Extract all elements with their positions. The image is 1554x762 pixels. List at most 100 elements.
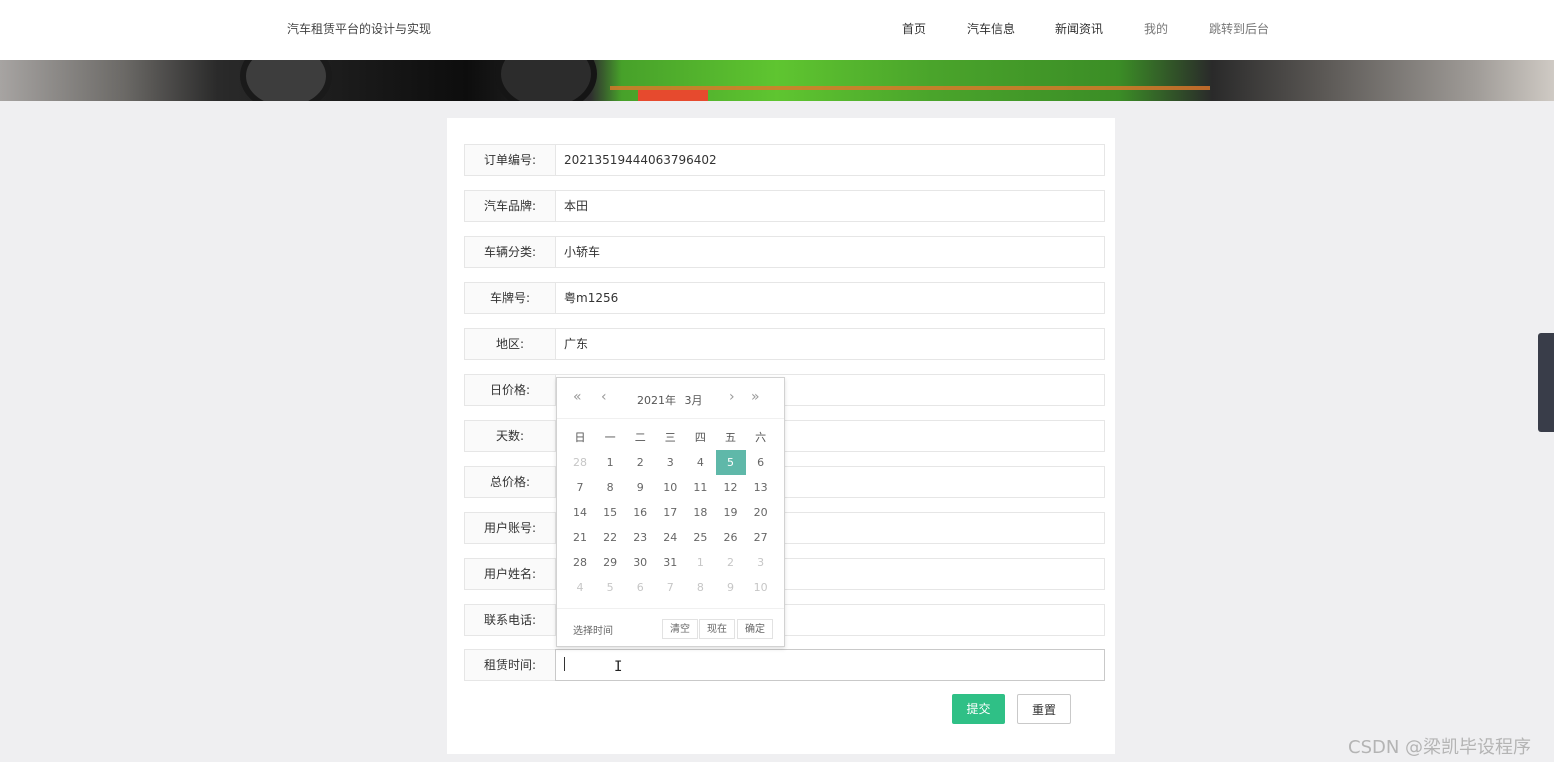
calendar-day[interactable]: 4 <box>565 575 595 600</box>
order-number-input[interactable]: 20213519444063796402 <box>555 144 1105 176</box>
calendar-day[interactable]: 5 <box>715 450 746 475</box>
calendar-day[interactable]: 18 <box>685 500 715 525</box>
calendar-day[interactable]: 5 <box>595 575 625 600</box>
calendar-day[interactable]: 17 <box>655 500 685 525</box>
calendar-day[interactable]: 8 <box>685 575 715 600</box>
clear-button[interactable]: 清空 <box>662 619 698 639</box>
calendar-day[interactable]: 4 <box>685 450 715 475</box>
month-select[interactable]: 3月 <box>685 394 703 407</box>
ibeam-cursor-icon: I <box>614 659 623 675</box>
form-row-car-brand: 汽车品牌: 本田 <box>464 190 1105 222</box>
date-picker-title: 2021年 3月 <box>637 392 708 408</box>
calendar-day[interactable]: 9 <box>716 575 746 600</box>
calendar-day[interactable]: 1 <box>685 550 715 575</box>
car-brand-input[interactable]: 本田 <box>555 190 1105 222</box>
field-label: 汽车品牌: <box>464 190 556 222</box>
weekday-header: 三 <box>664 431 676 444</box>
calendar-day[interactable]: 19 <box>716 500 746 525</box>
top-navigation-bar: 汽车租赁平台的设计与实现 首页 汽车信息 新闻资讯 我的 跳转到后台 <box>0 0 1554 60</box>
calendar-day[interactable]: 6 <box>746 450 776 475</box>
calendar-day[interactable]: 20 <box>746 500 776 525</box>
now-button[interactable]: 现在 <box>699 619 735 639</box>
banner-wheel <box>495 60 597 101</box>
calendar-day[interactable]: 11 <box>685 475 715 500</box>
calendar-day[interactable]: 29 <box>595 550 625 575</box>
date-picker-popup: « ‹ 2021年 3月 › » 日一二三四五六 28 1 2 3 4 5 6 7 8 9 10 11 1… <box>556 377 785 647</box>
next-month-icon[interactable]: › <box>729 389 735 405</box>
date-picker-header: « ‹ 2021年 3月 › » <box>557 378 784 419</box>
nav-home[interactable]: 首页 <box>902 20 926 37</box>
weekday-header: 二 <box>634 431 646 444</box>
rental-time-input[interactable] <box>555 649 1105 681</box>
calendar-day[interactable]: 3 <box>746 550 776 575</box>
prev-year-icon[interactable]: « <box>573 389 582 405</box>
plate-number-input[interactable]: 粤m1256 <box>555 282 1105 314</box>
calendar-day[interactable]: 10 <box>655 475 685 500</box>
calendar-day[interactable]: 25 <box>685 525 715 550</box>
side-toolbar-handle[interactable] <box>1538 333 1554 432</box>
calendar-day[interactable]: 3 <box>655 450 685 475</box>
banner-wheel <box>240 60 332 101</box>
field-label: 地区: <box>464 328 556 360</box>
reset-button[interactable]: 重置 <box>1017 694 1071 724</box>
form-row-plate-number: 车牌号: 粤m1256 <box>464 282 1105 314</box>
nav-news[interactable]: 新闻资讯 <box>1055 20 1103 37</box>
calendar-day[interactable]: 26 <box>716 525 746 550</box>
field-label: 用户姓名: <box>464 558 556 590</box>
field-label: 联系电话: <box>464 604 556 636</box>
calendar-day[interactable]: 2 <box>716 550 746 575</box>
region-input[interactable]: 广东 <box>555 328 1105 360</box>
calendar-day[interactable]: 1 <box>595 450 625 475</box>
calendar-day[interactable]: 30 <box>625 550 655 575</box>
calendar-day[interactable]: 2 <box>625 450 655 475</box>
field-label: 订单编号: <box>464 144 556 176</box>
select-time-link[interactable]: 选择时间 <box>573 622 613 637</box>
banner-plate <box>638 90 708 101</box>
nav-car-info[interactable]: 汽车信息 <box>967 20 1015 37</box>
weekday-header: 五 <box>725 431 736 444</box>
calendar-day[interactable]: 27 <box>746 525 776 550</box>
calendar-day[interactable]: 7 <box>655 575 685 600</box>
calendar-day[interactable]: 14 <box>565 500 595 525</box>
calendar-day[interactable]: 10 <box>746 575 776 600</box>
form-row-region: 地区: 广东 <box>464 328 1105 360</box>
weekday-header: 一 <box>604 431 616 444</box>
car-category-input[interactable]: 小轿车 <box>555 236 1105 268</box>
text-caret <box>564 657 565 671</box>
weekday-header: 六 <box>755 431 767 444</box>
calendar-day[interactable]: 15 <box>595 500 625 525</box>
calendar-day[interactable]: 6 <box>625 575 655 600</box>
calendar-day[interactable]: 16 <box>625 500 655 525</box>
calendar-day[interactable]: 24 <box>655 525 685 550</box>
weekday-header: 四 <box>694 431 706 444</box>
calendar-day[interactable]: 23 <box>625 525 655 550</box>
field-label: 日价格: <box>464 374 556 406</box>
prev-month-icon[interactable]: ‹ <box>601 389 607 405</box>
next-year-icon[interactable]: » <box>751 389 760 405</box>
banner-car-image <box>0 60 1554 101</box>
calendar-day[interactable]: 22 <box>595 525 625 550</box>
calendar-day[interactable]: 12 <box>716 475 746 500</box>
field-label: 用户账号: <box>464 512 556 544</box>
confirm-button[interactable]: 确定 <box>737 619 773 639</box>
calendar-day[interactable]: 28 <box>565 550 595 575</box>
calendar-day[interactable]: 13 <box>746 475 776 500</box>
calendar-day[interactable]: 9 <box>625 475 655 500</box>
weekday-header: 日 <box>574 431 586 444</box>
nav-admin[interactable]: 跳转到后台 <box>1209 20 1269 37</box>
calendar-day[interactable]: 7 <box>565 475 595 500</box>
main-nav: 首页 汽车信息 新闻资讯 我的 跳转到后台 <box>0 20 1554 40</box>
year-select[interactable]: 2021年 <box>637 394 676 407</box>
field-label: 天数: <box>464 420 556 452</box>
calendar-day[interactable]: 31 <box>655 550 685 575</box>
form-row-rental-time: 租赁时间: <box>464 649 1105 681</box>
submit-button[interactable]: 提交 <box>952 694 1005 724</box>
field-label: 车辆分类: <box>464 236 556 268</box>
form-row-order-number: 订单编号: 20213519444063796402 <box>464 144 1105 176</box>
calendar-day[interactable]: 28 <box>565 450 595 475</box>
field-label: 总价格: <box>464 466 556 498</box>
nav-mine[interactable]: 我的 <box>1144 20 1168 37</box>
calendar-day[interactable]: 8 <box>595 475 625 500</box>
calendar-day[interactable]: 21 <box>565 525 595 550</box>
date-picker-footer: 选择时间 清空 现在 确定 <box>557 608 784 647</box>
